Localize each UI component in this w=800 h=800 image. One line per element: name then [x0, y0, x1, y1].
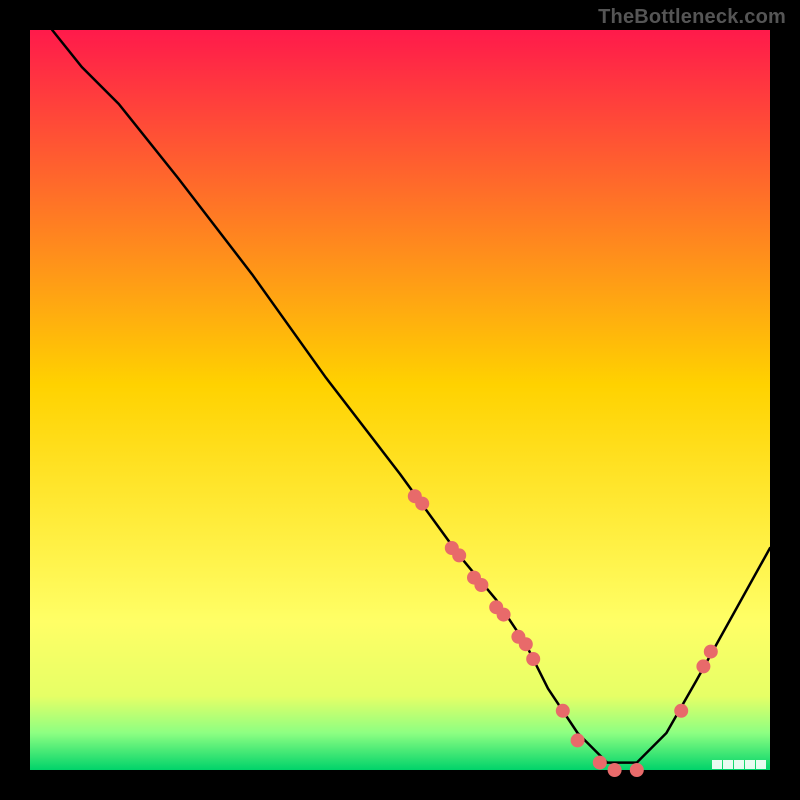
marker-dot — [630, 763, 644, 777]
plot-background — [30, 30, 770, 770]
marker-dot — [415, 497, 429, 511]
bottom-block — [745, 760, 755, 769]
marker-dot — [696, 659, 710, 673]
chart-stage: TheBottleneck.com — [0, 0, 800, 800]
marker-dot — [593, 756, 607, 770]
marker-dot — [674, 704, 688, 718]
marker-dot — [526, 652, 540, 666]
marker-dot — [452, 548, 466, 562]
bottom-block — [734, 760, 744, 769]
chart-canvas — [0, 0, 800, 800]
marker-dot — [497, 608, 511, 622]
bottom-block — [712, 760, 722, 769]
bottom-block — [723, 760, 733, 769]
watermark-text: TheBottleneck.com — [598, 6, 786, 29]
marker-dot — [608, 763, 622, 777]
marker-dot — [571, 733, 585, 747]
marker-dot — [474, 578, 488, 592]
marker-dot — [556, 704, 570, 718]
bottom-blocks — [712, 760, 766, 769]
bottom-block — [756, 760, 766, 769]
marker-dot — [704, 645, 718, 659]
marker-dot — [519, 637, 533, 651]
